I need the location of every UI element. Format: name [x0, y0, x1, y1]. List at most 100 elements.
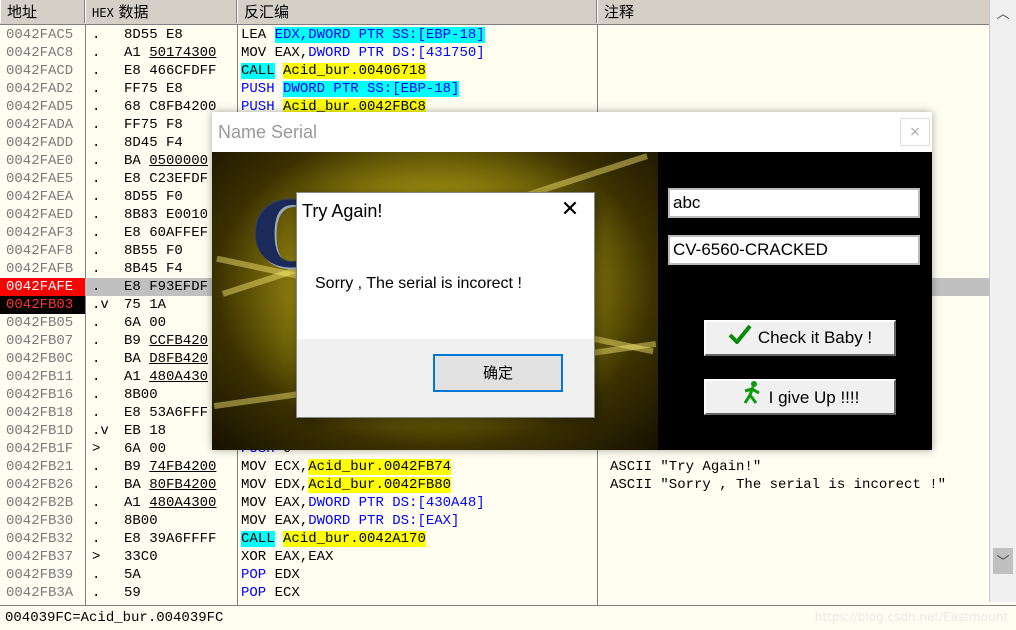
row-jump-marker: .: [92, 477, 101, 493]
window-title: Name Serial: [218, 122, 318, 142]
row-address[interactable]: 0042FAED: [0, 206, 85, 224]
row-jump-marker: .: [92, 459, 101, 475]
row-address[interactable]: 0042FAD2: [0, 80, 85, 98]
row-disasm: MOV EAX,DWORD PTR DS:[430A48]: [241, 494, 597, 512]
row-jump-marker: .: [92, 585, 101, 601]
hex-immediate: 480A4300: [149, 495, 217, 511]
row-disasm: CALL Acid_bur.00406718: [241, 62, 597, 80]
row-jump-marker: .: [92, 369, 101, 385]
row-address[interactable]: 0042FAEA: [0, 188, 85, 206]
scroll-down-icon[interactable]: ﹀: [990, 552, 1016, 574]
row-address[interactable]: 0042FB16: [0, 386, 85, 404]
row-jump-marker: .: [92, 99, 101, 115]
row-hex: 8D55 E8: [124, 27, 183, 43]
hex-prefix: HEX: [92, 6, 114, 20]
row-disasm: MOV ECX,Acid_bur.0042FB74: [241, 458, 597, 476]
giveup-button[interactable]: I give Up !!!!: [704, 379, 896, 415]
running-man-icon: [741, 381, 763, 416]
operand-target: Acid_bur.0042FB74: [308, 459, 452, 475]
row-address[interactable]: 0042FB11: [0, 368, 85, 386]
table-row[interactable]: 0042FB3A. 59 POP ECX: [0, 584, 990, 602]
operand: ECX,Acid_bur.0042FB74: [274, 459, 452, 475]
row-address[interactable]: 0042FB03: [0, 296, 85, 314]
row-jump-marker: .: [92, 495, 101, 511]
window-titlebar[interactable]: Name Serial ×: [212, 112, 932, 152]
table-row[interactable]: 0042FB2B. A1 480A4300 MOV EAX,DWORD PTR DS…: [0, 494, 990, 512]
col-disasm-header[interactable]: 反汇编: [237, 0, 597, 23]
scroll-up-icon[interactable]: ︿: [990, 4, 1016, 26]
row-jump-marker: >: [92, 549, 101, 565]
close-icon[interactable]: ✕: [558, 199, 582, 223]
ok-button[interactable]: 确定: [433, 354, 563, 392]
row-disasm: CALL Acid_bur.0042A170: [241, 530, 597, 548]
row-address[interactable]: 0042FADD: [0, 134, 85, 152]
row-address[interactable]: 0042FB07: [0, 332, 85, 350]
col-hex-header[interactable]: HEX 数据: [85, 0, 237, 23]
operand: ECX: [274, 585, 300, 601]
operand-memory: DWORD PTR DS:[431750]: [308, 45, 485, 61]
row-address[interactable]: 0042FAFB: [0, 260, 85, 278]
table-row[interactable]: 0042FAC5. 8D55 E8 LEA EDX,DWORD PTR SS:[EB…: [0, 26, 990, 44]
row-address[interactable]: 0042FB26: [0, 476, 85, 494]
table-row[interactable]: 0042FB39. 5A POP EDX: [0, 566, 990, 584]
row-hex: FF75 E8: [124, 81, 183, 97]
table-row[interactable]: 0042FB32. E8 39A6FFFF CALL Acid_bur.0042A1…: [0, 530, 990, 548]
row-disasm: MOV EAX,DWORD PTR DS:[431750]: [241, 44, 597, 62]
table-row[interactable]: 0042FAD2. FF75 E8 PUSH DWORD PTR SS:[EBP-1…: [0, 80, 990, 98]
row-address[interactable]: 0042FAE0: [0, 152, 85, 170]
row-address[interactable]: 0042FACD: [0, 62, 85, 80]
row-address[interactable]: 0042FB1D: [0, 422, 85, 440]
vertical-scrollbar[interactable]: ︿ ﹀: [989, 0, 1016, 602]
row-address[interactable]: 0042FAD5: [0, 98, 85, 116]
opcode: PUSH: [241, 81, 275, 97]
serial-input[interactable]: CV-6560-CRACKED: [668, 235, 920, 265]
opcode: MOV: [241, 459, 267, 475]
row-jump-marker: .: [92, 405, 101, 421]
close-icon[interactable]: ×: [900, 118, 930, 146]
hex-immediate: 80FB4200: [149, 477, 217, 493]
check-button[interactable]: Check it Baby !: [704, 320, 896, 356]
row-address[interactable]: 0042FAF8: [0, 242, 85, 260]
table-row[interactable]: 0042FB21. B9 74FB4200 MOV ECX,Acid_bur.004…: [0, 458, 990, 476]
opcode: POP: [241, 585, 267, 601]
table-row[interactable]: 0042FB30. 8B00 MOV EAX,DWORD PTR DS:[EAX]: [0, 512, 990, 530]
table-row[interactable]: 0042FACD. E8 466CFDFF CALL Acid_bur.004067…: [0, 62, 990, 80]
col-address-header[interactable]: 地址: [0, 0, 85, 23]
giveup-button-label: I give Up !!!!: [768, 387, 860, 407]
row-address[interactable]: 0042FB37: [0, 548, 85, 566]
row-address[interactable]: 0042FB0C: [0, 350, 85, 368]
row-address[interactable]: 0042FB05: [0, 314, 85, 332]
row-address[interactable]: 0042FAE5: [0, 170, 85, 188]
row-address[interactable]: 0042FB21: [0, 458, 85, 476]
table-row[interactable]: 0042FB26. BA 80FB4200 MOV EDX,Acid_bur.004…: [0, 476, 990, 494]
row-disasm: XOR EAX,EAX: [241, 548, 597, 566]
row-jump-marker: .: [92, 351, 101, 367]
row-address[interactable]: 0042FB2B: [0, 494, 85, 512]
try-again-dialog: Try Again! ✕ Sorry , The serial is incor…: [296, 192, 595, 418]
row-jump-marker: .: [92, 171, 101, 187]
row-address[interactable]: 0042FAC8: [0, 44, 85, 62]
row-jump-marker: .: [92, 225, 101, 241]
name-input[interactable]: abc: [668, 188, 920, 218]
col-comment-header[interactable]: 注释: [597, 0, 990, 23]
row-address[interactable]: 0042FB30: [0, 512, 85, 530]
row-disasm: MOV EAX,DWORD PTR DS:[EAX]: [241, 512, 597, 530]
row-address[interactable]: 0042FB3A: [0, 584, 85, 602]
table-row[interactable]: 0042FAC8. A1 50174300 MOV EAX,DWORD PTR DS…: [0, 44, 990, 62]
row-jump-marker: .v: [92, 423, 109, 439]
watermark: https://blog.csdn.net/Eastmount: [814, 610, 1008, 624]
row-address[interactable]: 0042FAF3: [0, 224, 85, 242]
row-hex: 8B00: [124, 513, 158, 529]
row-address[interactable]: 0042FAFE: [0, 278, 85, 296]
row-address[interactable]: 0042FB18: [0, 404, 85, 422]
row-address[interactable]: 0042FAC5: [0, 26, 85, 44]
row-jump-marker: .: [92, 45, 101, 61]
row-disasm: LEA EDX,DWORD PTR SS:[EBP-18]: [241, 26, 597, 44]
row-address[interactable]: 0042FB39: [0, 566, 85, 584]
row-address[interactable]: 0042FADA: [0, 116, 85, 134]
row-address[interactable]: 0042FB32: [0, 530, 85, 548]
row-hex: B9 74FB4200: [124, 459, 217, 475]
dialog-message: Sorry , The serial is incorect !: [315, 275, 522, 292]
row-address[interactable]: 0042FB1F: [0, 440, 85, 458]
table-row[interactable]: 0042FB37 >33C0 XOR EAX,EAX: [0, 548, 990, 566]
